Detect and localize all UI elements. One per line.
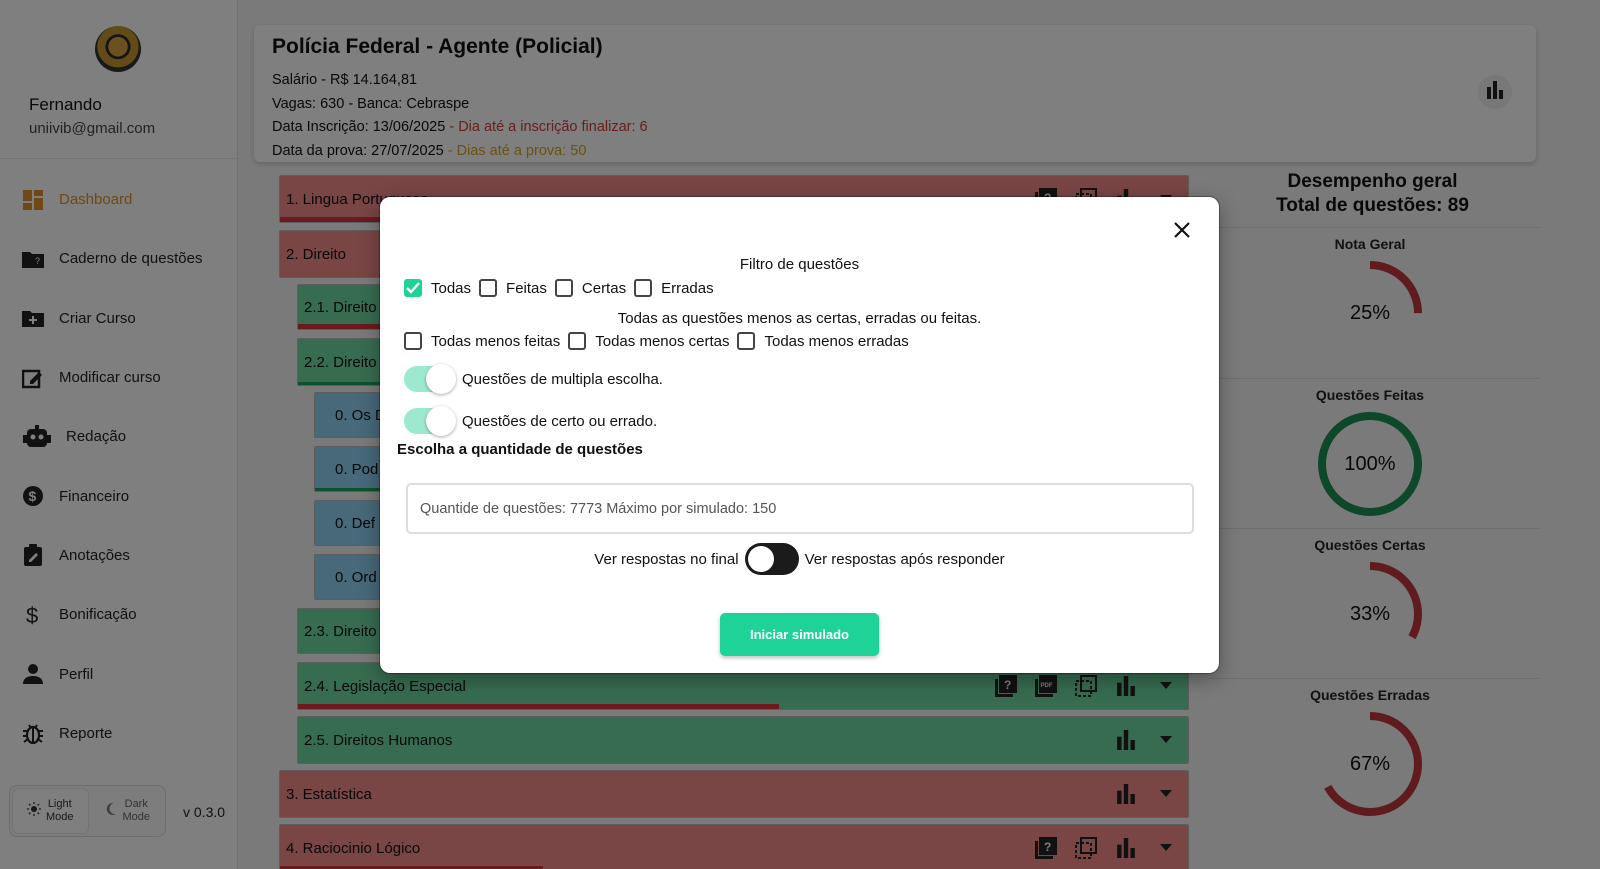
checkbox-label: Feitas — [506, 279, 547, 297]
answers-left-label: Ver respostas no final — [594, 550, 739, 568]
checkbox-label: Todas menos erradas — [764, 332, 909, 350]
checkbox-todas-menos-feitas[interactable] — [404, 332, 422, 350]
checkbox-todas-menos-erradas[interactable] — [737, 332, 756, 350]
question-filter-modal: Filtro de questões Todas Feitas Certas E… — [380, 197, 1219, 673]
quantity-input[interactable]: Quantide de questões: 7773 Máximo por si… — [406, 483, 1194, 534]
toggle-certo-errado-row: Questões de certo ou errado. — [402, 405, 657, 437]
toggle-certo-errado[interactable] — [402, 405, 456, 437]
filter-note: Todas as questões menos as certas, errad… — [617, 310, 982, 327]
checkbox-label: Todas menos feitas — [431, 332, 561, 350]
close-button[interactable] — [1171, 221, 1193, 243]
toggle-multipla-escolha-row: Questões de multipla escolha. — [402, 363, 663, 395]
checkbox-todas[interactable] — [404, 279, 422, 297]
answers-mode-toggle[interactable] — [744, 543, 799, 575]
close-icon — [1173, 221, 1191, 244]
toggle-label: Questões de certo ou errado. — [462, 412, 658, 430]
filter-group: Todas Feitas Certas Erradas — [404, 279, 722, 297]
checkbox-label: Todas menos certas — [595, 332, 730, 350]
checkbox-label: Certas — [581, 279, 627, 297]
quantity-heading: Escolha a quantidade de questões — [397, 441, 643, 458]
checkbox-label: Todas — [431, 279, 472, 297]
checkbox-certas[interactable] — [554, 279, 573, 297]
answers-right-label: Ver respostas após responder — [804, 550, 1005, 568]
checkbox-label: Erradas — [661, 279, 714, 297]
modal-title: Filtro de questões — [739, 256, 860, 273]
answers-toggle-row: Ver respostas no final Ver respostas apó… — [380, 543, 1219, 575]
exclusion-group: Todas menos feitas Todas menos certas To… — [404, 332, 917, 350]
checkbox-erradas[interactable] — [634, 279, 653, 297]
start-simulation-button[interactable]: Iniciar simulado — [720, 613, 879, 656]
toggle-label: Questões de multipla escolha. — [462, 370, 663, 388]
checkbox-todas-menos-certas[interactable] — [568, 332, 587, 350]
checkbox-feitas[interactable] — [479, 279, 498, 297]
toggle-multipla-escolha[interactable] — [402, 363, 456, 395]
